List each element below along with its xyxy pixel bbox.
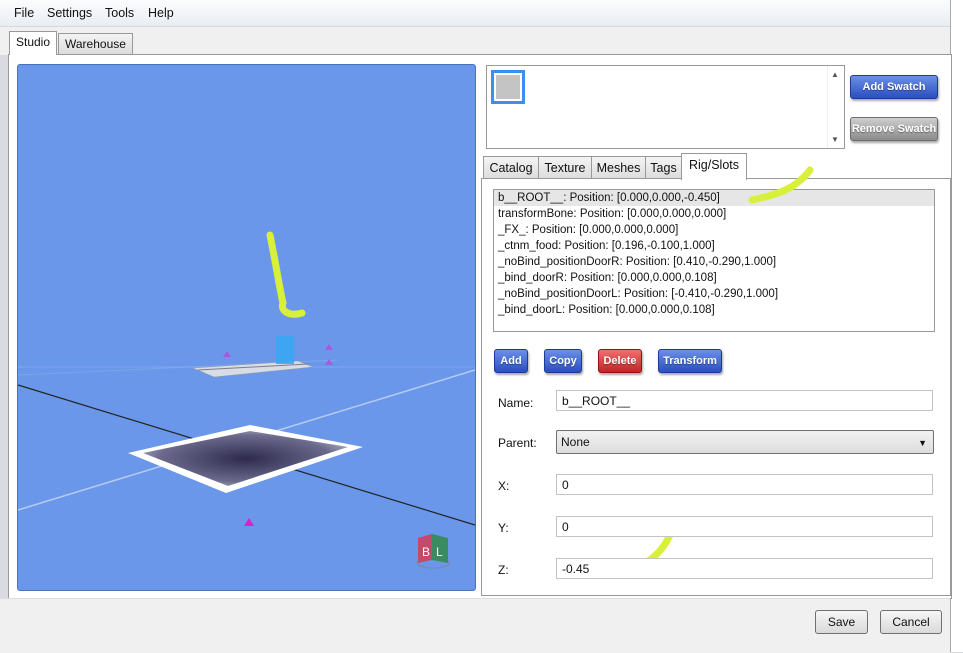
chevron-down-icon: ▼ [918,438,927,448]
copy-bone-button[interactable]: Copy [544,349,582,373]
top-tab-strip: Studio Warehouse [0,27,950,55]
z-label: Z: [498,563,509,577]
y-field[interactable]: 0 [556,516,933,537]
tab-studio[interactable]: Studio [9,31,58,55]
add-bone-button[interactable]: Add [494,349,528,373]
3d-viewport[interactable]: B L [17,64,476,591]
svg-text:L: L [436,545,443,559]
remove-swatch-button[interactable]: Remove Swatch [850,117,938,141]
selected-bone-marker[interactable] [276,336,294,364]
dialog-footer [0,598,950,653]
list-item[interactable]: _ctnm_food: Position: [0.196,-0.100,1.00… [494,238,934,254]
y-label: Y: [498,521,509,535]
transform-bone-button[interactable]: Transform [658,349,722,373]
svg-text:B: B [422,545,430,559]
menu-settings[interactable]: Settings [47,6,92,20]
list-item[interactable]: _bind_doorL: Position: [0.000,0.000,0.10… [494,302,934,318]
x-label: X: [498,479,510,493]
swatch-list[interactable]: ▲ ▼ [486,65,845,149]
swatch-scrollbar[interactable]: ▲ ▼ [827,66,844,148]
tab-catalog[interactable]: Catalog [483,156,539,179]
menu-help[interactable]: Help [148,6,174,20]
tab-meshes[interactable]: Meshes [591,156,646,179]
add-swatch-button[interactable]: Add Swatch [850,75,938,99]
menu-tools[interactable]: Tools [105,6,134,20]
z-field[interactable]: -0.45 [556,558,933,579]
name-label: Name: [498,396,534,410]
annotation-arrow [266,231,306,318]
axis-gizmo-icon[interactable]: B L [416,534,450,569]
tab-tags[interactable]: Tags [645,156,682,179]
name-field[interactable]: b__ROOT__ [556,390,933,411]
swatch-tile[interactable] [491,70,525,104]
cancel-button[interactable]: Cancel [880,610,942,634]
menu-bar: File Settings Tools Help [0,0,950,27]
save-button[interactable]: Save [815,610,868,634]
viewport-scene: B L [18,231,475,569]
menu-file[interactable]: File [14,6,34,20]
parent-select-value: None [561,435,590,449]
list-item[interactable]: _FX_: Position: [0.000,0.000,0.000] [494,222,934,238]
tab-warehouse[interactable]: Warehouse [58,33,133,54]
parent-label: Parent: [498,436,537,450]
tab-texture[interactable]: Texture [538,156,592,179]
delete-bone-button[interactable]: Delete [598,349,642,373]
list-item[interactable]: transformBone: Position: [0.000,0.000,0.… [494,206,934,222]
tab-rig-slots[interactable]: Rig/Slots [681,153,747,180]
list-item[interactable]: _bind_doorR: Position: [0.000,0.000,0.10… [494,270,934,286]
list-item[interactable]: _noBind_positionDoorR: Position: [0.410,… [494,254,934,270]
x-field[interactable]: 0 [556,474,933,495]
list-item[interactable]: b__ROOT__: Position: [0.000,0.000,-0.450… [494,190,934,206]
parent-select[interactable]: None ▼ [556,430,934,454]
bone-list[interactable]: b__ROOT__: Position: [0.000,0.000,-0.450… [493,189,935,332]
list-item[interactable]: _noBind_positionDoorL: Position: [-0.410… [494,286,934,302]
